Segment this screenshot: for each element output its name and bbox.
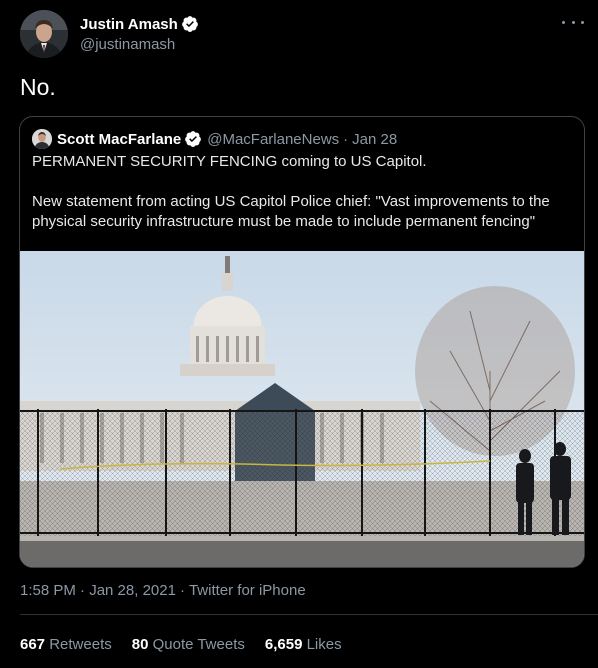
divider (20, 614, 598, 615)
likes-stat[interactable]: 6,659 Likes (265, 636, 342, 653)
quoted-date: Jan 28 (352, 130, 398, 148)
quoted-tweet-text: PERMANENT SECURITY FENCING coming to US … (32, 152, 572, 232)
author-name[interactable]: Justin Amash (80, 16, 178, 33)
meta-separator: · (179, 582, 185, 599)
engagement-stats: 667 Retweets 80 Quote Tweets 6,659 Likes (20, 636, 362, 653)
likes-count: 6,659 (264, 636, 303, 653)
more-options-icon[interactable] (562, 14, 584, 30)
retweets-label: Retweets (49, 636, 112, 653)
quoted-tweet[interactable]: Scott MacFarlane @MacFarlaneNews · Jan 2… (19, 116, 585, 568)
quoted-author-name: Scott MacFarlane (57, 130, 182, 148)
quote-tweets-count: 80 (131, 636, 149, 653)
author-avatar[interactable] (20, 10, 68, 58)
author-handle[interactable]: @justinamash (80, 36, 199, 53)
quoted-text-line: PERMANENT SECURITY FENCING coming to US … (32, 153, 427, 170)
tweet-meta: 1:58 PM · Jan 28, 2021 · Twitter for iPh… (20, 582, 306, 599)
quoted-author-avatar (32, 129, 52, 149)
verified-badge-icon (181, 15, 199, 33)
quoted-text-line: New statement from acting US Capitol Pol… (32, 193, 550, 230)
likes-label: Likes (306, 636, 342, 653)
tweet-source[interactable]: Twitter for iPhone (189, 582, 306, 599)
quoted-author-handle: @MacFarlaneNews (207, 130, 340, 148)
quote-tweets-stat[interactable]: 80 Quote Tweets (132, 636, 245, 653)
quoted-media-image[interactable] (20, 251, 584, 567)
tweet: Justin Amash @justinamash No. Scott MacF… (0, 0, 598, 668)
quoted-separator: · (343, 130, 349, 148)
retweets-count: 667 (20, 636, 46, 653)
tweet-timestamp[interactable]: 1:58 PM · Jan 28, 2021 (20, 582, 176, 599)
quote-tweets-label: Quote Tweets (152, 636, 245, 653)
tweet-text: No. (20, 74, 56, 100)
tweet-author: Justin Amash @justinamash (20, 10, 199, 62)
verified-badge-icon (184, 130, 202, 148)
retweets-stat[interactable]: 667 Retweets (20, 636, 112, 653)
